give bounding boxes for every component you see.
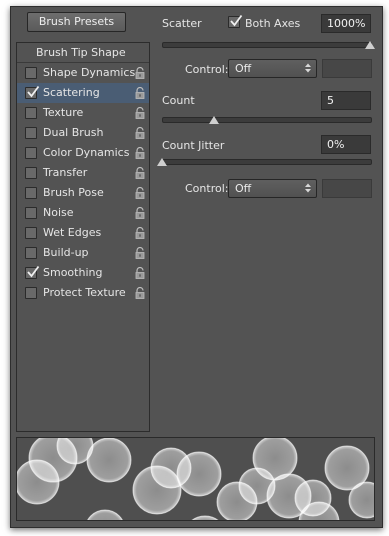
lock-icon[interactable] — [134, 187, 146, 199]
checkbox[interactable] — [25, 227, 37, 239]
checkbox[interactable] — [25, 85, 40, 99]
scatter-control-dropdown[interactable]: Off — [228, 59, 317, 78]
sidebar-item-label: Scattering — [43, 86, 100, 99]
checkbox[interactable] — [25, 107, 37, 119]
scatter-control-value: Off — [235, 62, 252, 75]
count-label: Count — [162, 94, 195, 107]
sidebar-item-dual-brush[interactable]: Dual Brush — [17, 123, 149, 143]
count-slider-thumb[interactable] — [209, 116, 219, 124]
sidebar-item-noise[interactable]: Noise — [17, 203, 149, 223]
lock-icon[interactable] — [134, 107, 146, 119]
scatter-control-amount-field — [322, 59, 372, 78]
sidebar-item-protect-texture[interactable]: Protect Texture — [17, 283, 149, 303]
checkbox[interactable] — [25, 247, 37, 259]
checkbox[interactable] — [25, 167, 37, 179]
both-axes-checkbox[interactable] — [228, 14, 243, 28]
sidebar-item-transfer[interactable]: Transfer — [17, 163, 149, 183]
sidebar-item-label: Brush Pose — [43, 186, 104, 199]
sidebar-item-shape-dynamics[interactable]: Shape Dynamics — [17, 63, 149, 83]
brush-settings-panel: Brush Presets Brush Tip Shape Shape Dyna… — [10, 6, 383, 528]
sidebar-item-label: Color Dynamics — [43, 146, 130, 159]
sidebar-item-wet-edges[interactable]: Wet Edges — [17, 223, 149, 243]
brush-presets-button[interactable]: Brush Presets — [27, 12, 126, 32]
brush-options-sidebar: Brush Tip Shape Shape Dynamics Scattering… — [16, 42, 150, 432]
scatter-control-label: Control: — [185, 63, 229, 76]
checkbox[interactable] — [25, 127, 37, 139]
count-jitter-control-label: Control: — [185, 182, 229, 195]
dropdown-arrows-icon — [305, 63, 311, 73]
checkmark-icon — [27, 85, 40, 98]
checkbox[interactable] — [25, 287, 37, 299]
brush-stroke-preview — [16, 437, 375, 521]
checkbox[interactable] — [25, 187, 37, 199]
dropdown-arrows-icon — [305, 183, 311, 193]
sidebar-item-label: Dual Brush — [43, 126, 104, 139]
lock-icon[interactable] — [134, 207, 146, 219]
sidebar-item-label: Transfer — [43, 166, 88, 179]
lock-icon[interactable] — [134, 167, 146, 179]
lock-icon[interactable] — [134, 247, 146, 259]
count-jitter-label: Count Jitter — [162, 139, 225, 152]
sidebar-item-texture[interactable]: Texture — [17, 103, 149, 123]
checkbox[interactable] — [25, 147, 37, 159]
both-axes-label: Both Axes — [245, 17, 301, 30]
scatter-slider-track[interactable] — [162, 42, 372, 48]
count-jitter-control-dropdown[interactable]: Off — [228, 179, 317, 198]
count-value-field[interactable]: 5 — [321, 91, 371, 110]
checkbox[interactable] — [25, 265, 40, 279]
lock-icon[interactable] — [134, 127, 146, 139]
sidebar-item-scattering[interactable]: Scattering — [17, 83, 149, 103]
sidebar-item-build-up[interactable]: Build-up — [17, 243, 149, 263]
sidebar-item-label: Noise — [43, 206, 74, 219]
count-slider-track[interactable] — [162, 117, 372, 123]
sidebar-item-label: Smoothing — [43, 266, 103, 279]
sidebar-item-label: Build-up — [43, 246, 89, 259]
checkmark-icon — [230, 14, 243, 27]
scattering-settings: Scatter Both Axes 1000% Control: Off Cou… — [157, 7, 378, 427]
sidebar-item-brush-pose[interactable]: Brush Pose — [17, 183, 149, 203]
bokeh-circles-preview-image — [17, 438, 374, 520]
sidebar-item-label: Texture — [43, 106, 84, 119]
lock-icon[interactable] — [134, 227, 146, 239]
scatter-label: Scatter — [162, 17, 202, 30]
checkbox[interactable] — [25, 207, 37, 219]
sidebar-item-smoothing[interactable]: Smoothing — [17, 263, 149, 283]
lock-icon[interactable] — [134, 287, 146, 299]
count-jitter-control-value: Off — [235, 182, 252, 195]
lock-icon[interactable] — [134, 67, 146, 79]
sidebar-item-label: Protect Texture — [43, 286, 126, 299]
count-jitter-value-field[interactable]: 0% — [321, 135, 371, 154]
lock-icon[interactable] — [134, 87, 146, 99]
sidebar-item-label: Shape Dynamics — [43, 66, 136, 79]
sidebar-item-list: Shape Dynamics Scattering Texture Dual Brus… — [17, 63, 149, 303]
lock-icon[interactable] — [134, 267, 146, 279]
sidebar-item-color-dynamics[interactable]: Color Dynamics — [17, 143, 149, 163]
count-jitter-slider-track[interactable] — [162, 159, 372, 165]
checkbox[interactable] — [25, 67, 37, 79]
count-jitter-slider-thumb[interactable] — [157, 158, 167, 166]
lock-icon[interactable] — [134, 147, 146, 159]
brush-tip-shape-item[interactable]: Brush Tip Shape — [17, 43, 149, 63]
checkmark-icon — [27, 265, 40, 278]
sidebar-item-label: Wet Edges — [43, 226, 102, 239]
scatter-value-field[interactable]: 1000% — [321, 14, 371, 33]
count-jitter-control-amount-field — [322, 179, 372, 198]
scatter-slider-thumb[interactable] — [365, 41, 375, 49]
